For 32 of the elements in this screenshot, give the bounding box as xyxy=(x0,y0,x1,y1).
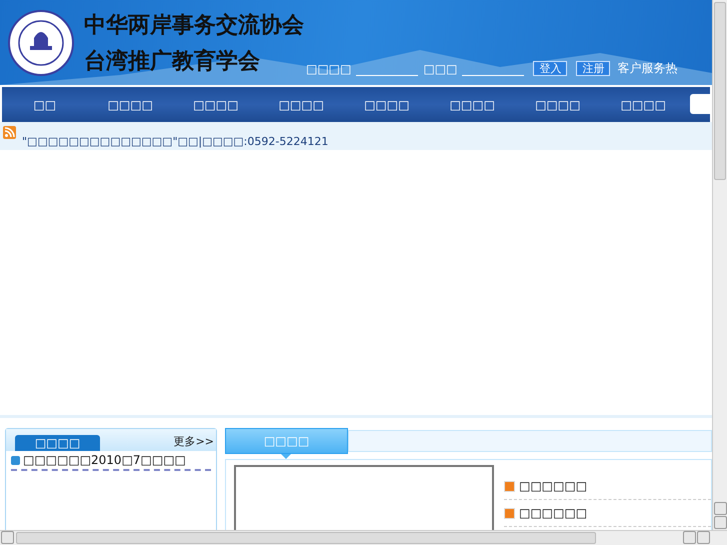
scroll-thumb[interactable] xyxy=(714,2,726,180)
bullet-icon xyxy=(504,480,515,492)
more-link[interactable]: 更多>> xyxy=(174,434,214,451)
login-button[interactable]: 登入 xyxy=(533,61,568,76)
scroll-thumb[interactable] xyxy=(16,532,596,544)
list-item[interactable]: □□□□□□ xyxy=(519,506,588,520)
nav-link[interactable]: □□□□ xyxy=(258,98,344,112)
nav-link[interactable]: □□□□ xyxy=(173,98,258,112)
register-button[interactable]: 注册 xyxy=(576,61,610,76)
password-label: □□□ xyxy=(423,62,458,76)
hotline-text: 客户服务热 xyxy=(617,60,678,77)
nav-link[interactable]: □□□□ xyxy=(600,98,686,112)
vertical-scrollbar[interactable] xyxy=(712,0,727,530)
nav-link[interactable]: □□□□ xyxy=(88,98,173,112)
nav-link[interactable]: □□ xyxy=(2,98,88,112)
news-item[interactable]: □□□□□□2010□7□□□□ xyxy=(23,453,186,467)
bullet-icon xyxy=(504,508,515,518)
bullet-icon xyxy=(11,456,20,464)
search-field[interactable] xyxy=(690,94,710,114)
tab-pointer-icon xyxy=(281,454,291,459)
username-label: □□□□ xyxy=(306,62,352,76)
nav-link[interactable]: □□□□ xyxy=(515,98,600,112)
emblem-logo xyxy=(8,10,74,76)
site-subtitle: 台湾推广教育学会 xyxy=(84,48,261,74)
nav-link[interactable]: □□□□ xyxy=(430,98,515,112)
horizontal-scrollbar[interactable] xyxy=(0,530,727,545)
site-title: 中华两岸事务交流协会 xyxy=(84,12,304,38)
panel-tab[interactable]: □□□□ xyxy=(15,435,100,451)
news-ticker: "□□□□□□□□□□□□□□"□□|□□□□:0592-5224121 xyxy=(22,136,328,148)
rss-icon xyxy=(3,126,16,139)
list-item[interactable]: □□□□□□ xyxy=(519,479,588,493)
nav-link[interactable]: □□□□ xyxy=(344,98,430,112)
